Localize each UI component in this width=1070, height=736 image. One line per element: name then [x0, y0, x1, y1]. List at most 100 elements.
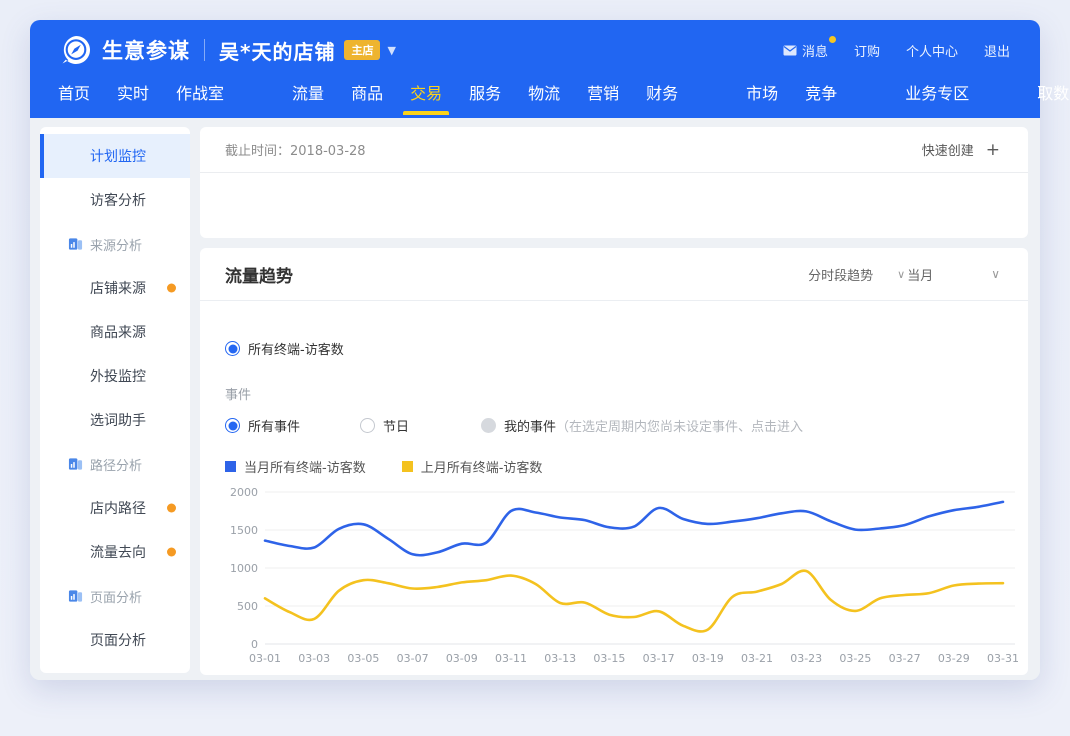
svg-text:03-07: 03-07	[397, 652, 429, 665]
chart-title: 流量趋势	[225, 262, 293, 287]
sidebar-item-label: 外投监控	[90, 366, 146, 386]
nav-tab-取数[interactable]: 取数	[1037, 80, 1069, 104]
nav-tab-服务[interactable]: 服务	[469, 80, 501, 104]
svg-text:03-03: 03-03	[298, 652, 330, 665]
sidebar-item-商品来源[interactable]: 商品来源	[40, 310, 190, 354]
sidebar-item-label: 选词助手	[90, 410, 146, 430]
orange-status-dot	[167, 284, 176, 293]
nav-tab-流量[interactable]: 流量	[292, 80, 324, 104]
header-util-label: 订购	[854, 41, 880, 60]
shop-name: 吴*天的店铺	[219, 36, 335, 65]
chart-controls: 分时段趋势 ∨ 当月 ∨	[808, 265, 1000, 284]
series-line-当月所有终端-访客数	[265, 502, 1003, 555]
nav-tab-实时[interactable]: 实时	[117, 80, 149, 104]
sidebar-item-外投监控[interactable]: 外投监控	[40, 354, 190, 398]
svg-text:1500: 1500	[230, 524, 258, 537]
main-shop-badge: 主店	[344, 40, 380, 60]
nav-tab-交易[interactable]: 交易	[410, 80, 442, 104]
nav-tab-财务[interactable]: 财务	[646, 80, 678, 104]
header-utilities: 消息 订购 个人中心 退出	[783, 41, 1010, 60]
sycm-logo-icon	[60, 34, 92, 66]
sidebar-item-label: 页面分析	[90, 630, 146, 650]
header-util-label: 消息	[802, 41, 828, 60]
sidebar-item-label: 店内路径	[90, 498, 146, 518]
sidebar-item-label: 流量去向	[90, 542, 146, 562]
event-radio-节日[interactable]: 节日	[360, 416, 409, 435]
mail-icon	[783, 45, 797, 56]
nav-tab-市场[interactable]: 市场	[746, 80, 778, 104]
nav-tab-营销[interactable]: 营销	[587, 80, 619, 104]
radio-icon[interactable]	[481, 418, 496, 433]
svg-text:03-13: 03-13	[544, 652, 576, 665]
svg-text:03-11: 03-11	[495, 652, 527, 665]
header-util-订购[interactable]: 订购	[854, 41, 880, 60]
orange-status-dot	[167, 504, 176, 513]
legend-item-当月所有终端-访客数[interactable]: 当月所有终端-访客数	[225, 457, 366, 476]
radio-icon[interactable]	[360, 418, 375, 433]
svg-text:0: 0	[251, 638, 258, 651]
legend-item-上月所有终端-访客数[interactable]: 上月所有终端-访客数	[402, 457, 543, 476]
hourly-trend-link[interactable]: 分时段趋势	[808, 265, 873, 284]
nav-tab-首页[interactable]: 首页	[58, 80, 90, 104]
nav-tab-商品[interactable]: 商品	[351, 80, 383, 104]
header-util-消息[interactable]: 消息	[783, 41, 828, 60]
sidebar-item-label: 来源分析	[90, 235, 142, 254]
header-util-label: 退出	[984, 41, 1010, 60]
svg-text:03-05: 03-05	[347, 652, 379, 665]
shop-chevron-down-icon[interactable]: ▼	[387, 44, 395, 57]
sidebar-item-访客分析[interactable]: 访客分析	[40, 178, 190, 222]
chart-legend: 当月所有终端-访客数 上月所有终端-访客数	[225, 457, 1028, 476]
event-options-row: 所有事件节日我的事件（在选定周期内您尚未设定事件、点击进入	[225, 416, 1028, 435]
svg-text:1000: 1000	[230, 562, 258, 575]
traffic-trend-card: 流量趋势 分时段趋势 ∨ 当月 ∨ 所有终端-访客数	[200, 248, 1028, 675]
nav-tab-业务专区[interactable]: 业务专区	[905, 80, 969, 104]
series-line-上月所有终端-访客数	[265, 571, 1003, 632]
legend-swatch	[225, 461, 236, 472]
event-radio-所有事件[interactable]: 所有事件	[225, 416, 300, 435]
legend-label: 上月所有终端-访客数	[421, 457, 543, 476]
notification-dot	[829, 36, 836, 43]
svg-text:03-25: 03-25	[839, 652, 871, 665]
nav-tab-作战室[interactable]: 作战室	[176, 80, 224, 104]
header-util-个人中心[interactable]: 个人中心	[906, 41, 958, 60]
nav-tab-竞争[interactable]: 竞争	[805, 80, 837, 104]
app-header: 生意参谋 吴*天的店铺 主店 ▼ 消息订购个人中心退出 首页实时作战室流量商品交…	[30, 20, 1040, 118]
event-radio-label: 所有事件	[248, 416, 300, 435]
content-area: 计划监控访客分析来源分析店铺来源商品来源外投监控选词助手路径分析店内路径流量去向…	[30, 118, 1040, 680]
svg-text:03-21: 03-21	[741, 652, 773, 665]
terminal-radio-selected[interactable]	[225, 341, 240, 356]
event-radio-label: 我的事件	[504, 416, 556, 435]
sidebar: 计划监控访客分析来源分析店铺来源商品来源外投监控选词助手路径分析店内路径流量去向…	[40, 127, 190, 673]
sidebar-item-流量去向[interactable]: 流量去向	[40, 530, 190, 574]
sidebar-item-选词助手[interactable]: 选词助手	[40, 398, 190, 442]
radio-icon[interactable]	[225, 418, 240, 433]
svg-text:2000: 2000	[230, 486, 258, 499]
terminal-radio-label: 所有终端-访客数	[248, 339, 344, 358]
svg-text:03-01: 03-01	[249, 652, 281, 665]
plus-icon[interactable]: +	[986, 140, 1000, 160]
collapse-chevron-icon[interactable]: ∨	[991, 267, 1000, 281]
quick-create-button[interactable]: 快速创建 +	[922, 140, 1000, 160]
header-util-退出[interactable]: 退出	[984, 41, 1010, 60]
legend-swatch	[402, 461, 413, 472]
topbar-row: 截止时间：2018-03-28 快速创建 +	[200, 127, 1028, 173]
traffic-trend-chart[interactable]: 050010001500200003-0103-0303-0503-0703-0…	[225, 482, 1025, 674]
sidebar-item-店铺来源[interactable]: 店铺来源	[40, 266, 190, 310]
sidebar-item-页面分析[interactable]: 页面分析	[40, 618, 190, 662]
period-selector[interactable]: ∨ 当月	[897, 265, 933, 284]
orange-status-dot	[167, 548, 176, 557]
event-radio-我的事件[interactable]: 我的事件	[481, 416, 556, 435]
svg-text:03-19: 03-19	[692, 652, 724, 665]
report-icon	[68, 589, 83, 604]
svg-text:03-23: 03-23	[790, 652, 822, 665]
sidebar-section-页面分析: 页面分析	[40, 574, 190, 618]
sidebar-item-label: 访客分析	[90, 190, 146, 210]
sidebar-section-来源分析: 来源分析	[40, 222, 190, 266]
sidebar-item-店内路径[interactable]: 店内路径	[40, 486, 190, 530]
svg-text:03-27: 03-27	[889, 652, 921, 665]
report-icon	[68, 237, 83, 252]
svg-text:03-15: 03-15	[593, 652, 625, 665]
sidebar-item-计划监控[interactable]: 计划监控	[40, 134, 190, 178]
sidebar-item-label: 页面分析	[90, 587, 142, 606]
nav-tab-物流[interactable]: 物流	[528, 80, 560, 104]
